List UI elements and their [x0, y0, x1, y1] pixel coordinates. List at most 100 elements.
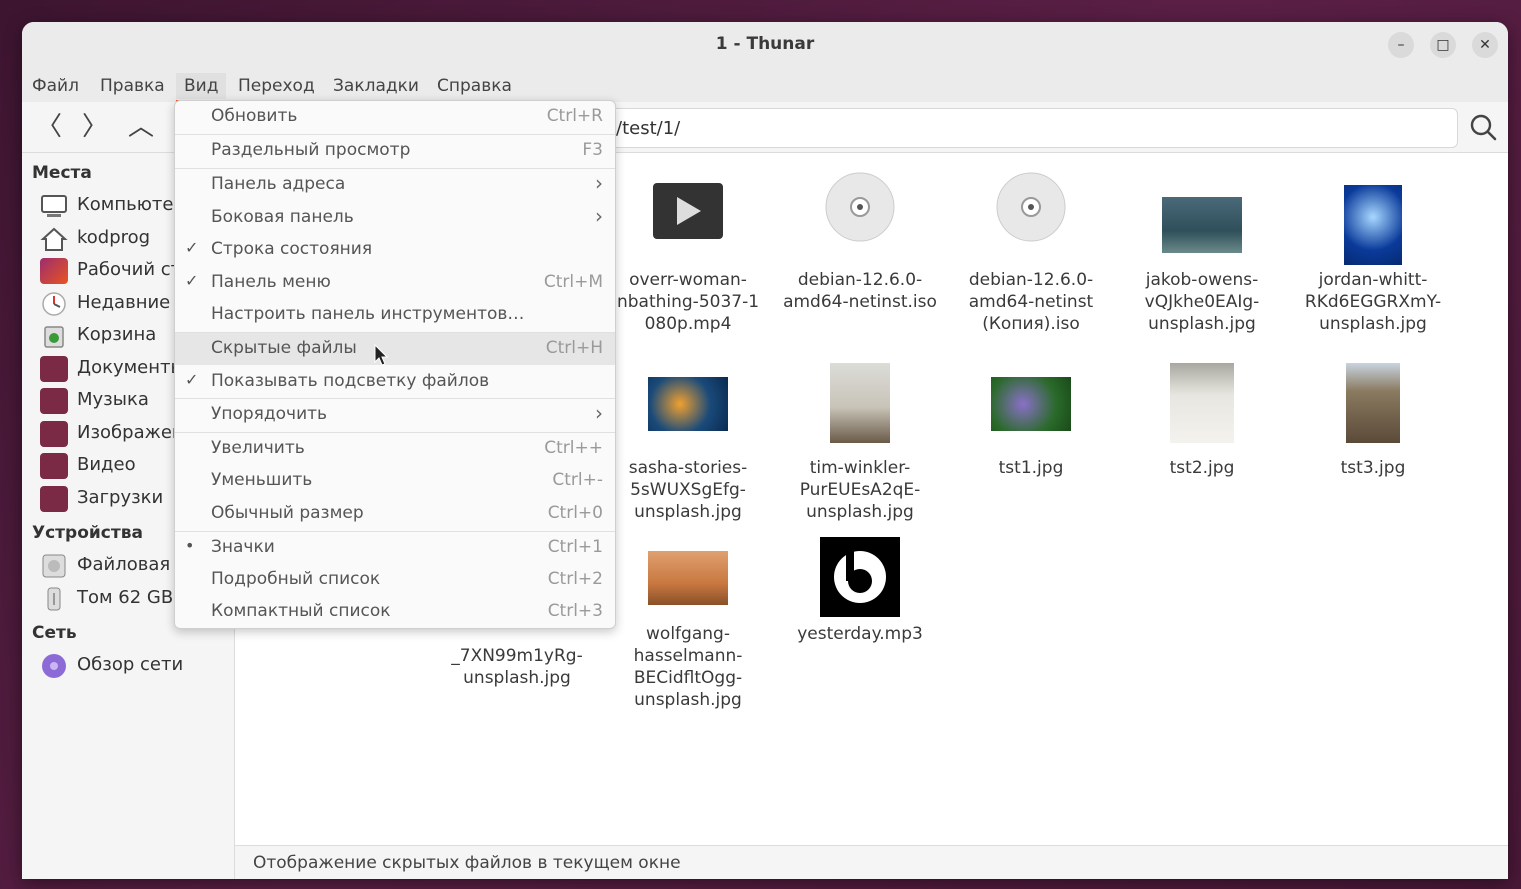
audio-file-icon: [820, 537, 900, 617]
sidebar-item-label: Недавние: [77, 292, 171, 313]
image-thumbnail: [1344, 185, 1402, 265]
menu-item-normal-size[interactable]: Обычный размер Ctrl+0: [175, 498, 615, 530]
sidebar-item-label: Изображен: [77, 422, 184, 443]
file-name: yesterday.mp3: [797, 624, 923, 644]
videos-folder-icon: [40, 453, 68, 479]
file-name: debian-12.6.0- amd64-netinst (Копия).iso: [968, 270, 1094, 334]
sidebar-item-label: Том 62 GB: [77, 587, 174, 608]
menu-item-split-view[interactable]: Раздельный просмотр F3: [175, 135, 615, 167]
documents-folder-icon: [40, 356, 68, 382]
home-icon: [40, 226, 68, 252]
sidebar-item-label: Документы: [77, 357, 185, 378]
menu-view[interactable]: Вид: [176, 73, 227, 103]
status-text: Отображение скрытых файлов в текущем окн…: [253, 853, 681, 873]
mouse-pointer-icon: [374, 343, 389, 370]
network-icon: [40, 653, 68, 679]
check-icon: ✓: [185, 271, 199, 290]
sidebar-item-label: Видео: [77, 454, 136, 475]
image-thumbnail: [991, 377, 1071, 431]
menu-item-menubar[interactable]: ✓ Панель меню Ctrl+M: [175, 267, 615, 299]
file-name: debian-12.6.0- amd64-netinst.iso: [783, 270, 937, 312]
check-icon: ✓: [185, 370, 199, 389]
title-bar: 1 - Thunar – □ ✕: [22, 22, 1508, 68]
up-button[interactable]: ︿: [125, 111, 157, 143]
menu-item-location-bar[interactable]: Панель адреса ›: [175, 169, 615, 201]
window-title: 1 - Thunar: [715, 34, 815, 54]
menu-item-reload[interactable]: Обновить Ctrl+R: [175, 101, 615, 133]
location-path: /test/1/: [616, 118, 681, 139]
file-name: jordan-whitt- RKd6EGGRXmY- unsplash.jpg: [1304, 270, 1442, 334]
menu-item-zoom-out[interactable]: Уменьшить Ctrl+-: [175, 465, 615, 497]
downloads-folder-icon: [40, 486, 68, 512]
status-bar: Отображение скрытых файлов в текущем окн…: [235, 845, 1508, 879]
video-icon: [653, 183, 723, 239]
maximize-button[interactable]: □: [1430, 32, 1456, 58]
computer-icon: [40, 193, 68, 219]
menu-item-file-highlight[interactable]: ✓ Показывать подсветку файлов: [175, 366, 615, 398]
sidebar-item-label: Обзор сети: [77, 654, 184, 675]
sidebar-item-label: Рабочий ст: [77, 259, 182, 280]
image-thumbnail: [1162, 197, 1242, 253]
menu-bookmarks[interactable]: Закладки: [325, 73, 427, 99]
chevron-right-icon: ›: [595, 401, 603, 425]
sidebar-item-label: Музыка: [77, 389, 149, 410]
menu-item-compact-list[interactable]: Компактный список Ctrl+3: [175, 596, 615, 628]
file-name: overr-woman- nbathing-5037-1 080p.mp4: [616, 270, 760, 334]
devices-heading: Устройства: [32, 523, 143, 543]
file-name: tim-winkler- PurEUEsA2qE- unsplash.jpg: [799, 458, 921, 522]
image-thumbnail: [648, 377, 728, 431]
menu-item-side-pane[interactable]: Боковая панель ›: [175, 202, 615, 234]
forward-button[interactable]: 〉: [79, 111, 111, 143]
menu-go[interactable]: Переход: [230, 73, 323, 99]
desktop-folder-icon: [40, 258, 68, 284]
disc-icon: [995, 171, 1067, 243]
image-thumbnail: [648, 551, 728, 605]
menu-item-statusbar[interactable]: ✓ Строка состояния: [175, 234, 615, 266]
chevron-right-icon: ›: [595, 204, 603, 228]
sidebar-item-label: Файловая с: [77, 554, 186, 575]
image-thumbnail: [1170, 363, 1234, 443]
menu-bar: Файл Правка Вид Переход Закладки Справка: [22, 68, 1508, 103]
file-name: tst2.jpg: [1169, 458, 1235, 478]
disc-icon: [824, 171, 896, 243]
trash-icon: [40, 323, 68, 349]
drive-icon: [40, 553, 68, 579]
file-name: tst3.jpg: [1340, 458, 1406, 478]
menu-item-zoom-in[interactable]: Увеличить Ctrl++: [175, 433, 615, 465]
file-name: tst1.jpg: [998, 458, 1064, 478]
recent-icon: [40, 291, 68, 317]
close-button[interactable]: ✕: [1472, 32, 1498, 58]
back-button[interactable]: 〈: [33, 111, 65, 143]
file-name: sasha-stories- 5sWUXSgEfg- unsplash.jpg: [628, 458, 748, 522]
check-icon: ✓: [185, 238, 199, 257]
file-name: _7XN99m1yRg- unsplash.jpg: [451, 646, 583, 688]
network-heading: Сеть: [32, 623, 77, 643]
sidebar-item-label: Корзина: [77, 324, 157, 345]
music-folder-icon: [40, 388, 68, 414]
menu-item-arrange[interactable]: Упорядочить ›: [175, 399, 615, 431]
search-icon: [1470, 114, 1497, 141]
sidebar-item-browse-network[interactable]: Обзор сети: [40, 651, 234, 681]
places-heading: Места: [32, 163, 92, 183]
usb-drive-icon: [40, 586, 68, 612]
image-thumbnail: [1346, 363, 1400, 443]
radio-dot-icon: •: [185, 536, 195, 555]
view-menu-dropdown: Обновить Ctrl+R Раздельный просмотр F3 П…: [174, 100, 616, 629]
menu-item-icons-view[interactable]: • Значки Ctrl+1: [175, 532, 615, 564]
menu-edit[interactable]: Правка: [92, 73, 173, 99]
pictures-folder-icon: [40, 421, 68, 447]
location-bar[interactable]: /test/1/: [607, 108, 1458, 148]
search-button[interactable]: [1467, 111, 1499, 143]
sidebar-item-label: Компьютер: [77, 194, 185, 215]
image-thumbnail: [830, 363, 890, 443]
chevron-right-icon: ›: [595, 171, 603, 195]
menu-item-configure-toolbar[interactable]: Настроить панель инструментов…: [175, 299, 615, 331]
menu-item-detailed-list[interactable]: Подробный список Ctrl+2: [175, 564, 615, 596]
menu-item-hidden-files[interactable]: Скрытые файлы Ctrl+H: [175, 333, 615, 365]
menu-help[interactable]: Справка: [429, 73, 520, 99]
file-name: jakob-owens- vQJkhe0EAIg- unsplash.jpg: [1144, 270, 1260, 334]
menu-file[interactable]: Файл: [24, 73, 87, 99]
sidebar-item-label: kodprog: [77, 227, 151, 248]
minimize-button[interactable]: –: [1388, 32, 1414, 58]
sidebar-item-label: Загрузки: [77, 487, 164, 508]
